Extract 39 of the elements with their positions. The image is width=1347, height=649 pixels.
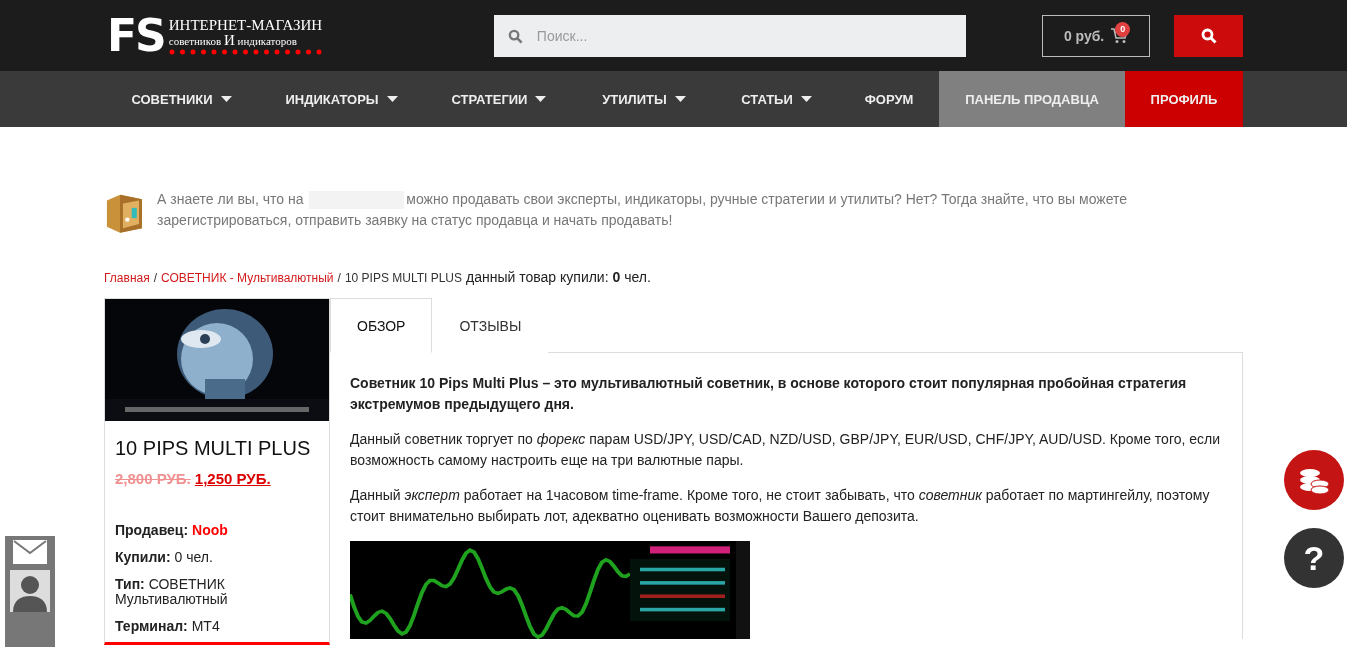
breadcrumb-current: 10 PIPS MULTI PLUS	[344, 271, 463, 285]
breadcrumb-link[interactable]: Главная	[104, 271, 150, 285]
search-icon	[507, 28, 523, 44]
paragraph: Данный советник торгует по форекс парам USD/JPY, USD/CAD, NZD/USD, GBP/JPY, EUR/USD, CHF/JPY, AUD/USD. Кроме того, если возможность самому настроить еще на три валютные пары.	[350, 430, 1221, 470]
breadcrumb-separator: /	[337, 271, 341, 285]
nav-item[interactable]: ПРОФИЛЬ	[1125, 71, 1243, 127]
nav-item[interactable]: УТИЛИТЫ	[574, 71, 714, 127]
info-row-text: Терминал: MT4	[115, 619, 221, 634]
coins-button[interactable]	[1284, 450, 1344, 510]
logo-mark[interactable]: FS	[107, 13, 165, 58]
purchase-count: данный товар купили: 0 чел.	[466, 269, 651, 285]
cart-icon	[1110, 27, 1129, 44]
breadcrumb-separator: /	[153, 271, 158, 285]
cart-count-badge: 0	[1115, 21, 1131, 37]
nav-item[interactable]: ФОРУМ	[839, 71, 939, 127]
mail-icon[interactable]	[13, 540, 47, 564]
info-row-text: Купили: 0 чел.	[115, 550, 214, 565]
nav-item[interactable]: СТАТЬИ	[714, 71, 839, 127]
nav-item[interactable]: ИНДИКАТОРЫ	[259, 71, 424, 127]
info-row-text: Продавец: Noob	[115, 523, 229, 538]
cart-button[interactable]: 0 руб. 0	[1041, 14, 1151, 57]
avatar-icon[interactable]	[10, 570, 50, 612]
help-button[interactable]: ?	[1284, 528, 1344, 588]
nav-item[interactable]: СОВЕТНИКИ	[104, 71, 259, 127]
logo-title: ИНТЕРНЕТ-МАГАЗИН	[168, 16, 323, 33]
lead-paragraph: Советник 10 Pips Multi Plus – это мультивалютный советник, в основе которого стоит популярная пробойная стратегия экстремумов предыдущего дня.	[350, 374, 1188, 414]
tab[interactable]: ОБЗОР	[330, 298, 433, 353]
nav-item[interactable]: СТРАТЕГИИ	[424, 71, 574, 127]
search-field[interactable]: Поиск...	[493, 14, 966, 57]
search-icon	[1200, 27, 1217, 44]
old-price: 2,800 РУБ.	[115, 470, 191, 487]
notice-text: А знаете ли вы, что на можно продавать свои эксперты, индикаторы, ручные стратегии и утилиты? Нет? Тогда знайте, что вы можете зарегистрироваться, отправить заявку на статус продавца и начать продавать!	[157, 190, 1129, 230]
search-button[interactable]	[1174, 14, 1243, 57]
paragraph: Данный эксперт работает на 1часовом time-frame. Кроме того, не стоит забывать, что советник работает по мартингейлу, поэтому стоит внимательно выбирать лот, адекватно оценивать возможности Вашего депозита.	[350, 486, 1211, 526]
info-row-text: Тип: СОВЕТНИК Мультивалютный	[115, 577, 229, 607]
price: 1,250 РУБ.	[194, 470, 271, 487]
breadcrumb-link[interactable]: СОВЕТНИК - Мультивалютный	[161, 271, 334, 285]
product-title: 10 PIPS MULTI PLUS	[115, 437, 312, 460]
logo-subtitle: советников И индикаторов	[168, 32, 298, 48]
